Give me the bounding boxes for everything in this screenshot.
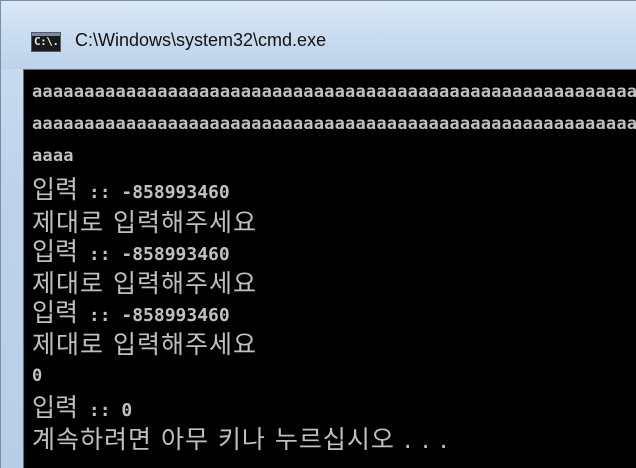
input-prompt-value: :: -858993460 — [78, 305, 230, 326]
console-line-2: aaaaaaaaaaaaaaaaaaaaaaaaaaaaaaaaaaaaaaaa… — [32, 114, 636, 134]
console-line-9: 제대로 입력해주세요 — [32, 330, 257, 359]
console-output[interactable]: aaaaaaaaaaaaaaaaaaaaaaaaaaaaaaaaaaaaaaaa… — [23, 69, 636, 468]
input-prompt-label: 입력 — [32, 175, 79, 204]
input-prompt-label: 입력 — [32, 237, 79, 266]
cmd-window: C:\. C:\Windows\system32\cmd.exe aaaaaaa… — [0, 0, 636, 468]
input-prompt-value: :: -858993460 — [78, 182, 230, 203]
input-prompt-label: 입력 — [32, 298, 79, 327]
console-line-4: 입력 :: -858993460 — [32, 170, 230, 206]
cmd-window-icon[interactable]: C:\. — [31, 32, 61, 52]
console-line-11: 입력 :: 0 — [32, 388, 132, 424]
input-prompt-label: 입력 — [32, 393, 79, 422]
console-line-3: aaaa — [32, 146, 74, 166]
console-line-10: 0 — [32, 366, 43, 386]
input-prompt-value: :: -858993460 — [78, 244, 230, 265]
window-title: C:\Windows\system32\cmd.exe — [75, 30, 327, 50]
title-bar[interactable]: C:\. C:\Windows\system32\cmd.exe — [1, 1, 636, 69]
console-line-6: 입력 :: -858993460 — [32, 232, 230, 268]
console-line-12: 계속하려면 아무 키나 누르십시오 . . . — [32, 425, 449, 454]
input-prompt-value: :: 0 — [78, 400, 133, 421]
console-line-1: aaaaaaaaaaaaaaaaaaaaaaaaaaaaaaaaaaaaaaaa… — [32, 82, 636, 102]
console-line-8: 입력 :: -858993460 — [32, 293, 230, 329]
